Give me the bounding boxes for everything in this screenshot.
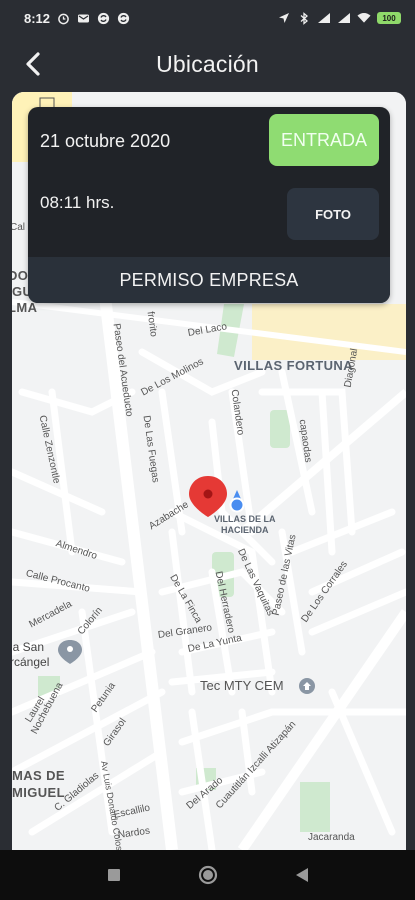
foto-button[interactable]: FOTO [287,188,379,240]
alarm-icon [56,11,70,25]
page-title: Ubicación [156,50,259,77]
map-label-do: DO [12,268,29,283]
system-nav-bar [0,850,415,900]
permiso-empresa-button[interactable]: PERMISO EMPRESA [28,257,390,303]
bluetooth-icon [297,11,311,25]
status-left: 8:12 [24,11,130,26]
map-label-villas-fortuna: VILLAS FORTUNA [234,358,353,373]
sync-icon-2 [116,11,130,25]
map-label-mas-de: MAS DE [12,768,65,783]
recents-square-icon [107,869,120,881]
signal-icon [317,11,331,25]
app-screen: 8:12 100 Ubicación VILLAS FORTUNA VILLAS… [0,0,415,900]
record-time: 08:11 hrs. [40,193,115,212]
map-label-villas-hacienda: VILLAS DE LA HACIENDA [214,514,276,535]
back-triangle-icon [295,868,308,882]
entrada-button[interactable]: ENTRADA [269,114,379,166]
street-jacaranda: Jacaranda [308,832,355,843]
map-label-san-arcangel-1: ia San [12,640,45,654]
wifi-icon [357,11,371,25]
map-label-miguel: MIGUEL [12,785,65,800]
map-label-cal: Cal [12,222,26,233]
sync-icon [96,11,110,25]
recents-button[interactable] [103,864,125,886]
map-label-san-arcangel-2: rcángel [12,655,50,669]
app-header: Ubicación [0,36,415,92]
home-button[interactable] [197,864,219,886]
back-button[interactable] [18,48,48,80]
status-time: 8:12 [24,10,51,26]
chevron-left-icon [26,52,40,76]
record-date: 21 octubre 2020 [40,131,171,151]
back-nav-button[interactable] [291,864,313,886]
map-label-tec: Tec MTY CEM [200,678,284,693]
status-right: 100 [277,11,401,25]
attendance-card: 21 octubre 2020 ENTRADA 08:11 hrs. FOTO … [28,107,390,303]
tec-marker-icon[interactable] [299,678,315,694]
mail-icon [76,11,90,25]
status-bar: 8:12 100 [0,0,415,36]
location-arrow-icon [277,11,291,25]
signal-icon-2 [337,11,351,25]
battery-icon: 100 [377,12,401,24]
home-circle-icon [198,865,217,885]
